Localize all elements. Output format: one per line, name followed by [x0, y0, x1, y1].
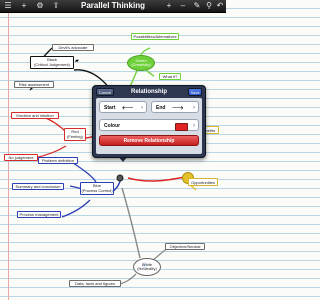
popover-header: Cancel Relationship Save: [93, 86, 205, 98]
colour-selector[interactable]: Colour ›: [99, 119, 199, 131]
end-arrow-selector[interactable]: End ⟶ ›: [151, 101, 199, 113]
cancel-button[interactable]: Cancel: [96, 88, 114, 96]
edit-icon[interactable]: ✎: [192, 1, 202, 11]
node-no-judgement[interactable]: No judgement: [4, 154, 38, 161]
node-summary-conclusion[interactable]: Summary and conclusion: [12, 183, 64, 190]
node-process-management[interactable]: Process management: [17, 211, 61, 218]
node-blue-hat[interactable]: Blue (Process Control): [80, 182, 114, 195]
save-button[interactable]: Save: [188, 88, 202, 96]
gear-icon[interactable]: ⚙: [35, 1, 45, 11]
popover-body: Start ⟵ › End ⟶ › Colour › Remove Relati…: [96, 98, 202, 154]
add-icon[interactable]: +: [19, 1, 29, 11]
colour-label: Colour: [104, 123, 121, 129]
add-node-icon[interactable]: +: [164, 1, 174, 11]
start-label: Start: [104, 105, 116, 111]
node-risk-assessment[interactable]: Risk assessment: [14, 81, 54, 88]
node-red-hat[interactable]: Red (Feeling): [64, 128, 86, 141]
hat-icon: ▰: [75, 58, 79, 64]
link-icon[interactable]: ⚲: [204, 1, 214, 11]
start-arrow-selector[interactable]: Start ⟵ ›: [99, 101, 147, 113]
menu-icon[interactable]: ☰: [3, 1, 13, 11]
remove-relationship-button[interactable]: Remove Relationship: [99, 135, 199, 146]
relationship-popover: Cancel Relationship Save Start ⟵ › End ⟶…: [92, 85, 206, 158]
node-green-hat[interactable]: Green (Creativity): [127, 55, 155, 71]
share-icon[interactable]: ⇪: [51, 1, 61, 11]
chevron-right-icon: ›: [193, 123, 195, 129]
app-title: Parallel Thinking: [80, 1, 145, 10]
node-objective-neutral[interactable]: Objective/Neutral: [165, 243, 205, 250]
node-green-sublabel: (Creativity): [131, 62, 151, 67]
minus-icon[interactable]: –: [178, 1, 188, 11]
node-emotion-intuition[interactable]: Emotion and intuition: [11, 112, 59, 119]
colour-swatch: [175, 123, 188, 131]
info-icon[interactable]: ⓘ: [142, 262, 147, 269]
node-devils-advocate[interactable]: Devil's advocate: [52, 44, 94, 51]
node-problem-definition[interactable]: Problem definition: [38, 157, 78, 164]
start-arrow-icon: ⟵: [122, 103, 134, 112]
node-opportunities[interactable]: Opportunities: [188, 178, 218, 186]
node-black-hat[interactable]: Black (Critical Judgement): [30, 56, 74, 69]
end-label: End: [156, 105, 166, 111]
end-arrow-icon: ⟶: [172, 103, 184, 112]
undo-icon[interactable]: ↶: [215, 1, 225, 11]
node-data-facts-figures[interactable]: Data, facts and figures: [69, 280, 121, 287]
node-black-sublabel: (Critical Judgement): [34, 61, 70, 67]
node-red-sublabel: (Feeling): [67, 133, 83, 139]
node-possibilities-alternatives[interactable]: Possibilities/Alternatives: [131, 33, 179, 40]
node-blue-sublabel: (Process Control): [81, 187, 113, 193]
node-what-if[interactable]: What if?: [159, 73, 181, 80]
chevron-right-icon: ›: [141, 105, 143, 111]
popover-title: Relationship: [130, 89, 167, 95]
chevron-right-icon: ›: [193, 105, 195, 111]
